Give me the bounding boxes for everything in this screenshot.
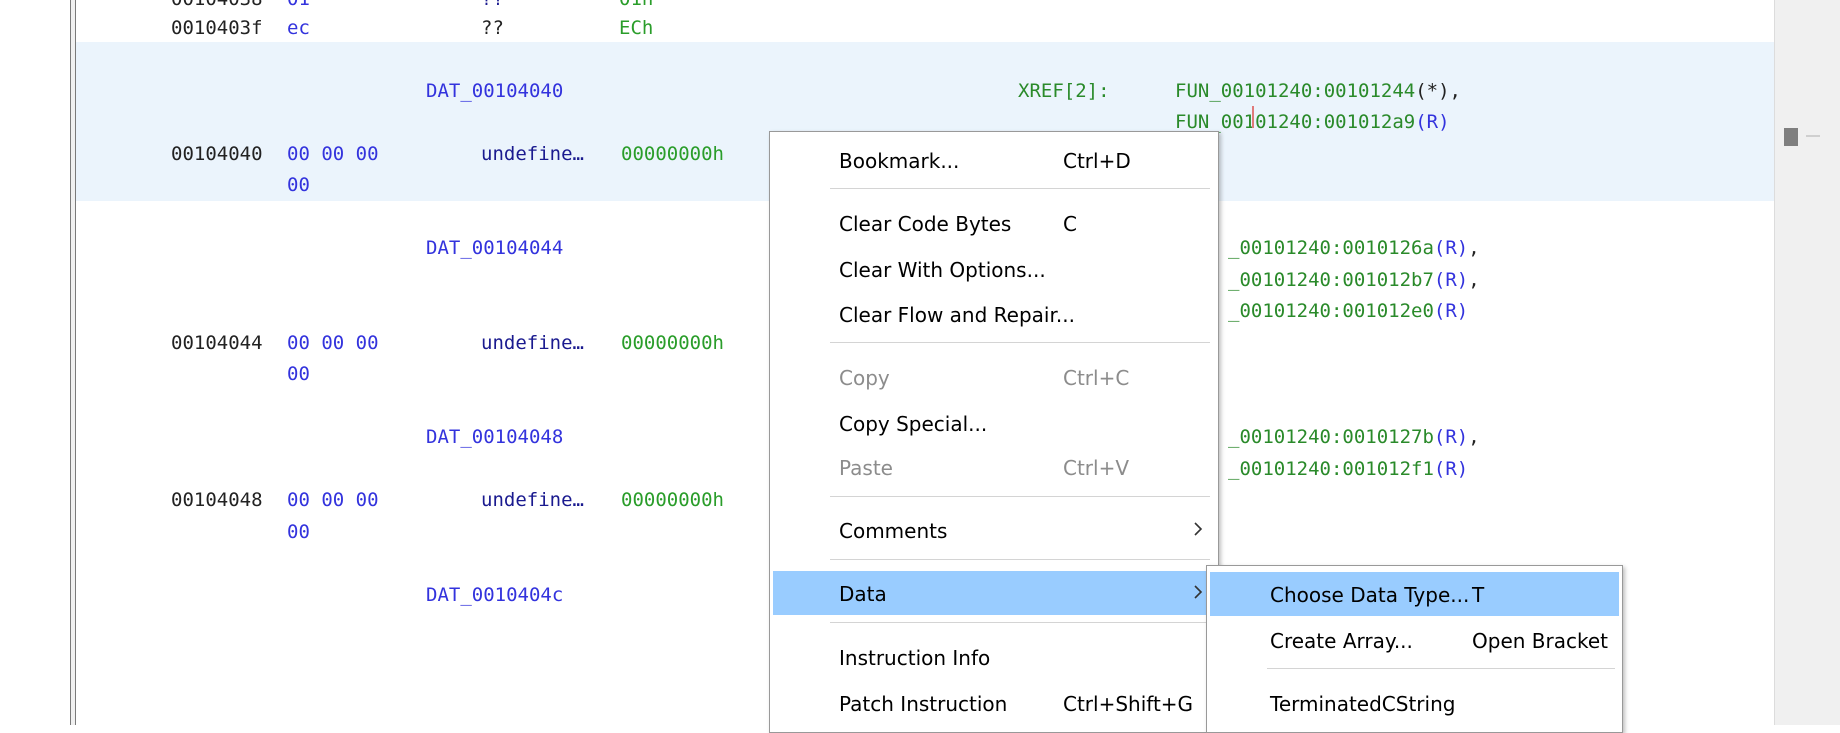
row-mnemonic[interactable]: undefine… xyxy=(481,143,584,165)
row-bytes-cont[interactable]: 00 xyxy=(287,174,310,196)
menu-item-clear-with-options[interactable]: Clear With Options... xyxy=(773,247,1215,291)
submenu-item-choose-data-type[interactable]: Choose Data Type... T xyxy=(1210,572,1619,616)
row-bytes[interactable]: 00 00 00 xyxy=(287,332,379,354)
address-partial: 00104038 xyxy=(171,0,263,10)
row-address[interactable]: 00104044 xyxy=(171,332,263,354)
row-bytes-cont[interactable]: 00 xyxy=(287,363,310,385)
chevron-right-icon xyxy=(1194,585,1203,599)
menu-separator xyxy=(830,622,1210,623)
row-value[interactable]: 00000000h xyxy=(621,332,724,354)
row-value[interactable]: ECh xyxy=(619,17,653,39)
xref-entry[interactable]: FUN_00101240:001012a9(R) xyxy=(1175,111,1450,133)
menu-item-copy[interactable]: Copy Ctrl+C xyxy=(773,355,1215,399)
data-submenu: Choose Data Type... T Create Array... Open… xyxy=(1206,565,1623,733)
row-value[interactable]: 00000000h xyxy=(621,489,724,511)
menu-separator xyxy=(830,188,1210,189)
row-address[interactable]: 0010403f xyxy=(171,17,263,39)
row-mnemonic[interactable]: undefine… xyxy=(481,489,584,511)
label-dat-00104040[interactable]: DAT_00104040 xyxy=(426,80,563,102)
scroll-marker xyxy=(1806,135,1820,137)
xref-entry[interactable]: _00101240:001012f1(R) xyxy=(1228,458,1468,480)
row-bytes-cont[interactable]: 00 xyxy=(287,521,310,543)
xref-entry[interactable]: _00101240:0010126a(R), xyxy=(1228,237,1480,259)
menu-separator xyxy=(1267,668,1615,669)
submenu-item-terminatedcstring[interactable]: TerminatedCString xyxy=(1210,681,1619,725)
menu-item-comments[interactable]: Comments xyxy=(773,508,1215,552)
xref-entry[interactable]: FUN_00101240:00101244(*), xyxy=(1175,80,1461,102)
row-bytes[interactable]: ec xyxy=(287,17,310,39)
row-address[interactable]: 00104040 xyxy=(171,143,263,165)
value-partial: 01h xyxy=(619,0,653,10)
context-menu: Bookmark... Ctrl+D Clear Code Bytes C Clea… xyxy=(769,131,1219,733)
menu-item-instruction-info[interactable]: Instruction Info xyxy=(773,635,1215,679)
cursor-caret xyxy=(1252,106,1254,128)
row-value[interactable]: 00000000h xyxy=(621,143,724,165)
xref-entry[interactable]: _00101240:001012e0(R) xyxy=(1228,300,1468,322)
label-dat-0010404c[interactable]: DAT_0010404c xyxy=(426,584,563,606)
mnemonic-partial: ?? xyxy=(481,0,504,10)
label-dat-00104048[interactable]: DAT_00104048 xyxy=(426,426,563,448)
row-address[interactable]: 00104048 xyxy=(171,489,263,511)
xref-label: XREF[2]: xyxy=(1018,80,1110,102)
menu-separator xyxy=(830,342,1210,343)
xref-entry[interactable]: _00101240:0010127b(R), xyxy=(1228,426,1480,448)
chevron-right-icon xyxy=(1194,522,1203,536)
label-dat-00104044[interactable]: DAT_00104044 xyxy=(426,237,563,259)
row-bytes[interactable]: 00 00 00 xyxy=(287,489,379,511)
menu-item-patch-instruction[interactable]: Patch Instruction Ctrl+Shift+G xyxy=(773,681,1215,725)
menu-item-paste[interactable]: Paste Ctrl+V xyxy=(773,445,1215,489)
menu-item-data[interactable]: Data xyxy=(773,571,1215,615)
bytes-partial: 01 xyxy=(287,0,310,10)
menu-item-copy-special[interactable]: Copy Special... xyxy=(773,401,1215,445)
row-mnemonic[interactable]: undefine… xyxy=(481,332,584,354)
xref-entry[interactable]: _00101240:001012b7(R), xyxy=(1228,269,1480,291)
vertical-scrollbar[interactable] xyxy=(1774,0,1840,725)
submenu-item-create-array[interactable]: Create Array... Open Bracket xyxy=(1210,618,1619,662)
menu-separator xyxy=(830,496,1210,497)
scrollbar-thumb[interactable] xyxy=(1784,128,1798,146)
menu-item-clear-flow-and-repair[interactable]: Clear Flow and Repair... xyxy=(773,292,1215,336)
row-mnemonic[interactable]: ?? xyxy=(481,17,504,39)
menu-item-bookmark[interactable]: Bookmark... Ctrl+D xyxy=(773,138,1215,182)
row-bytes[interactable]: 00 00 00 xyxy=(287,143,379,165)
menu-separator xyxy=(830,559,1210,560)
menu-item-clear-code-bytes[interactable]: Clear Code Bytes C xyxy=(773,201,1215,245)
